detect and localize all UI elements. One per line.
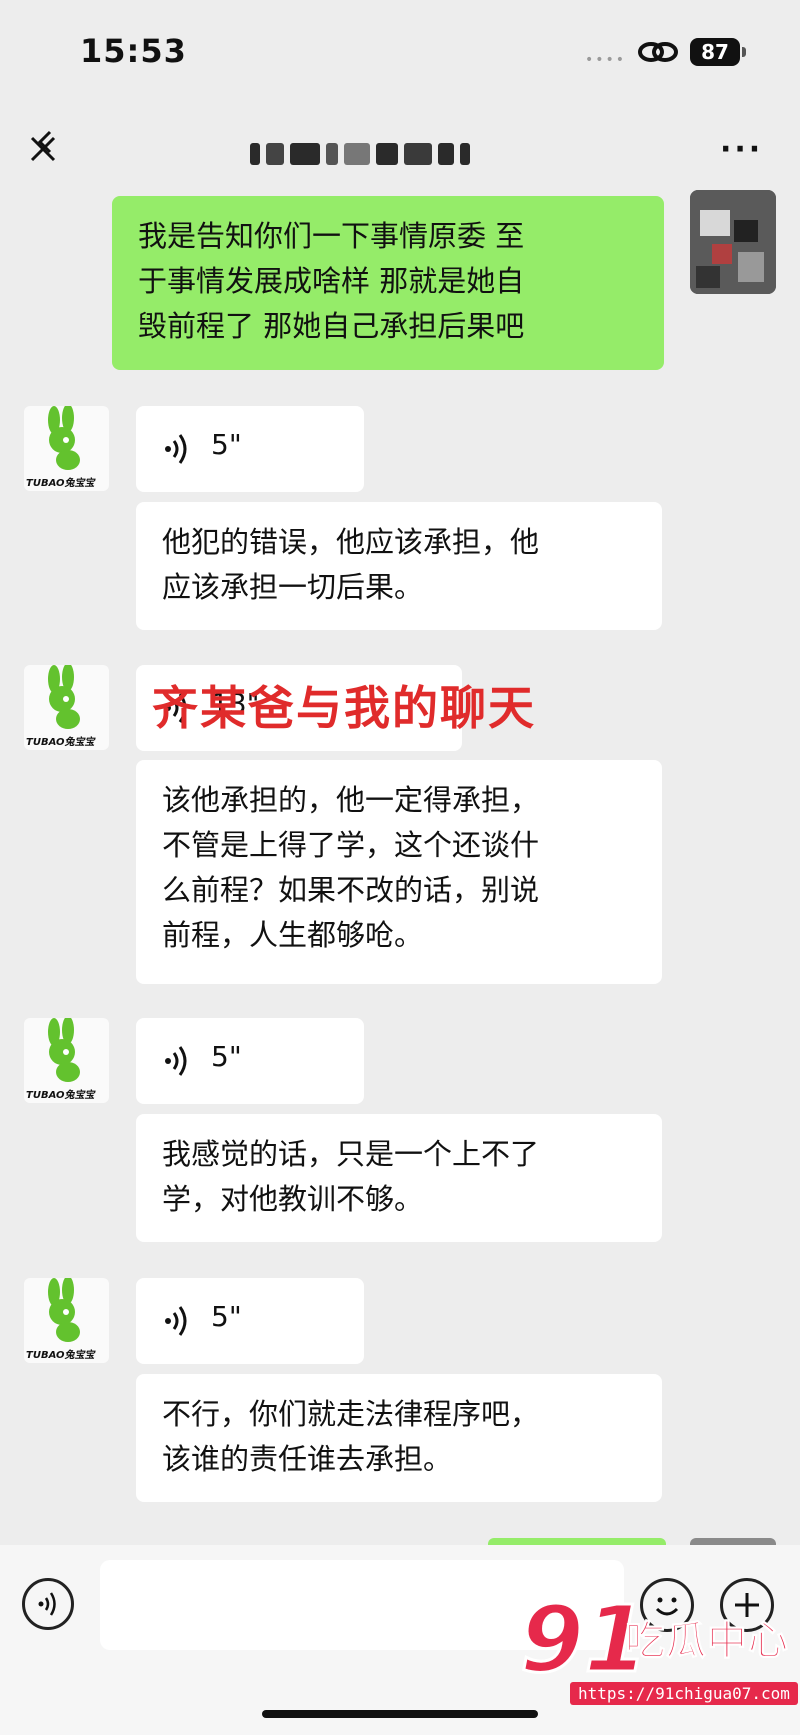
- message-text: 我感觉的话，只是一个上不了 学，对他教训不够。: [162, 1137, 540, 1216]
- home-indicator[interactable]: [262, 1710, 538, 1718]
- pixel-block: [438, 143, 454, 165]
- voice-input-button[interactable]: [22, 1578, 74, 1630]
- watermark-url: https://91chigua07.com: [570, 1682, 798, 1705]
- pixel-block: [404, 143, 432, 165]
- status-time: 15:53: [80, 32, 187, 70]
- battery-cap: [742, 47, 746, 57]
- contact-avatar[interactable]: TUBAO兔宝宝: [24, 665, 109, 750]
- message-text: 该他承担的，他一定得承担， 不管是上得了学，这个还谈什 么前程？如果不改的话，别…: [162, 783, 540, 952]
- message-bubble-received[interactable]: 不行，你们就走法律程序吧， 该谁的责任谁去承担。: [136, 1374, 662, 1502]
- more-icon[interactable]: ···: [720, 135, 763, 165]
- rabbit-logo-icon: [48, 406, 80, 470]
- avatar-brand-text: TUBAO兔宝宝: [26, 478, 95, 489]
- pixel-block: [326, 143, 338, 165]
- pixel-block: [250, 143, 260, 165]
- message-bubble-sent[interactable]: 我是告知你们一下事情原委 至 于事情发展成啥样 那就是她自 毁前程了 那她自己承…: [112, 196, 664, 370]
- voice-message[interactable]: 5": [136, 406, 364, 492]
- pixelated-avatar-icon: [690, 190, 776, 294]
- message-bubble-received[interactable]: 该他承担的，他一定得承担， 不管是上得了学，这个还谈什 么前程？如果不改的话，别…: [136, 760, 662, 984]
- pixel-block: [376, 143, 398, 165]
- pixel-block: [460, 143, 470, 165]
- voice-wave-icon: [165, 1306, 187, 1336]
- voice-icon: [38, 1592, 56, 1616]
- contact-avatar[interactable]: TUBAO兔宝宝: [24, 1278, 109, 1363]
- voice-duration: 5": [211, 428, 242, 461]
- status-bar: 15:53 •••• 87: [0, 0, 800, 110]
- contact-avatar[interactable]: TUBAO兔宝宝: [24, 1018, 109, 1103]
- rabbit-logo-icon: [48, 1018, 80, 1082]
- message-text: 不行，你们就走法律程序吧， 该谁的责任谁去承担。: [162, 1397, 540, 1476]
- voice-message[interactable]: 5": [136, 1018, 364, 1104]
- voice-message[interactable]: 5": [136, 1278, 364, 1364]
- rabbit-logo-icon: [48, 665, 80, 729]
- watermark: 91 吃瓜中心 https://91chigua07.com: [518, 1588, 798, 1720]
- rabbit-logo-icon: [48, 1278, 80, 1342]
- voice-wave-icon: [165, 1046, 187, 1076]
- message-text: 他犯的错误，他应该承担，他 应该承担一切后果。: [162, 525, 540, 604]
- close-icon[interactable]: [18, 124, 68, 174]
- pixel-block: [344, 143, 370, 165]
- message-bubble-received[interactable]: 我感觉的话，只是一个上不了 学，对他教训不够。: [136, 1114, 662, 1242]
- link-icon: [638, 42, 678, 62]
- voice-wave-icon: [165, 434, 187, 464]
- avatar-brand-text: TUBAO兔宝宝: [26, 737, 95, 748]
- nav-bar: ···: [0, 110, 800, 195]
- avatar-brand-text: TUBAO兔宝宝: [26, 1090, 95, 1101]
- battery-icon: 87: [690, 38, 740, 66]
- chat-title-pixelated: [250, 136, 540, 172]
- pixel-block: [290, 143, 320, 165]
- my-avatar[interactable]: [690, 190, 776, 294]
- voice-duration: 5": [211, 1040, 242, 1073]
- overlay-caption: 齐某爸与我的聊天: [152, 681, 536, 735]
- watermark-name: 吃瓜中心: [625, 1618, 789, 1665]
- contact-avatar[interactable]: TUBAO兔宝宝: [24, 406, 109, 491]
- message-bubble-received[interactable]: 他犯的错误，他应该承担，他 应该承担一切后果。: [136, 502, 662, 630]
- voice-duration: 5": [211, 1300, 242, 1333]
- signal-icon: ••••: [585, 52, 627, 68]
- message-text: 我是告知你们一下事情原委 至 于事情发展成啥样 那就是她自 毁前程了 那她自己承…: [138, 219, 525, 343]
- avatar-brand-text: TUBAO兔宝宝: [26, 1350, 95, 1361]
- pixel-block: [266, 143, 284, 165]
